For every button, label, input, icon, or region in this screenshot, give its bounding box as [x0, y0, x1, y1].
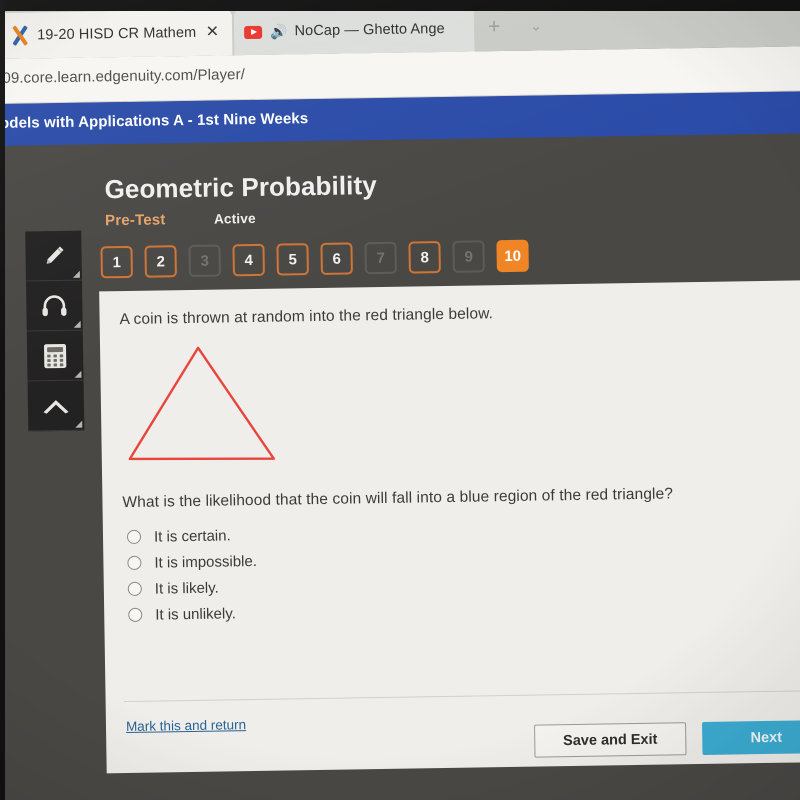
new-tab-button[interactable]: +: [488, 15, 501, 39]
lesson-player: Geometric Probability Pre-Test Active 1 …: [0, 133, 800, 800]
radio-button[interactable]: [128, 607, 143, 622]
question-stem: A coin is thrown at random into the red …: [119, 305, 494, 329]
text-to-speech-tool[interactable]: [25, 280, 83, 332]
highlighter-tool[interactable]: [25, 230, 82, 282]
question-nav-button-4[interactable]: 4: [232, 243, 265, 277]
highlighter-pen-icon: [46, 246, 64, 264]
answer-option-4[interactable]: It is unlikely.: [128, 600, 258, 628]
browser-tab-edgenuity[interactable]: 19-20 HISD CR Mathem ✕: [0, 9, 233, 59]
answer-option-label: It is certain.: [153, 526, 231, 546]
tab-title: NoCap — Ghetto Ange: [294, 20, 445, 40]
assignment-status-row: Pre-Test Active: [105, 210, 256, 230]
answer-option-label: It is likely.: [154, 579, 219, 598]
triangle-outline: [128, 346, 276, 461]
scroll-up-tool[interactable]: [27, 380, 85, 432]
answer-option-label: It is unlikely.: [155, 604, 236, 624]
question-nav-button-3: 3: [188, 244, 221, 277]
question-navigation: 1 2 3 4 5 6 7 8 9 10: [100, 239, 529, 279]
radio-button[interactable]: [127, 581, 142, 596]
question-nav-button-8[interactable]: 8: [408, 241, 441, 274]
photograph-of-screen: 19-20 HISD CR Mathem ✕ 🔊 NoCap — Ghetto …: [0, 0, 800, 800]
question-nav-button-1[interactable]: 1: [100, 245, 133, 279]
monitor-bezel-left: [0, 0, 5, 800]
close-icon[interactable]: ✕: [203, 23, 223, 40]
question-nav-button-7: 7: [364, 241, 397, 275]
answer-option-3[interactable]: It is likely.: [127, 574, 258, 602]
tab-title: 19-20 HISD CR Mathem: [37, 24, 197, 44]
question-nav-button-5[interactable]: 5: [276, 243, 309, 276]
question-prompt: What is the likelihood that the coin wil…: [122, 485, 674, 512]
edgenuity-x-icon: [10, 25, 30, 46]
calculator-icon: [44, 343, 67, 368]
question-nav-button-2[interactable]: 2: [144, 245, 177, 278]
status-badge: Active: [213, 210, 256, 227]
question-nav-button-6[interactable]: 6: [320, 242, 353, 275]
radio-button[interactable]: [127, 555, 142, 570]
question-nav-button-10[interactable]: 10: [496, 239, 529, 273]
red-triangle-figure: [128, 346, 276, 461]
page-title: Geometric Probability: [104, 170, 378, 205]
browser-tab-youtube[interactable]: 🔊 NoCap — Ghetto Ange: [233, 5, 475, 56]
up-arrow-icon: [43, 399, 69, 414]
speaker-playing-icon[interactable]: 🔊: [270, 23, 288, 40]
chevron-down-icon[interactable]: ⌄: [530, 17, 542, 34]
next-button[interactable]: Next: [701, 719, 800, 755]
question-panel: A coin is thrown at random into the red …: [99, 280, 800, 774]
headphones-icon: [42, 294, 67, 316]
question-nav-button-9: 9: [452, 240, 485, 273]
answer-options: It is certain. It is impossible. It is l…: [126, 522, 258, 628]
url-text: //r09.core.learn.edgenuity.com/Player/: [0, 66, 246, 88]
calculator-tool[interactable]: [26, 330, 84, 382]
course-title: Models with Applications A - 1st Nine We…: [0, 110, 309, 133]
tool-rail: [25, 230, 85, 432]
radio-button[interactable]: [126, 529, 142, 544]
assignment-type-label: Pre-Test: [104, 211, 166, 230]
mark-this-and-return-link[interactable]: Mark this and return: [126, 717, 246, 734]
save-and-exit-button[interactable]: Save and Exit: [534, 722, 687, 758]
youtube-icon: [244, 25, 263, 39]
answer-option-label: It is impossible.: [154, 552, 258, 572]
monitor-bezel-top: [0, 0, 800, 11]
answer-option-2[interactable]: It is impossible.: [127, 548, 257, 576]
answer-option-1[interactable]: It is certain.: [126, 522, 257, 550]
browser-window: 19-20 HISD CR Mathem ✕ 🔊 NoCap — Ghetto …: [0, 0, 800, 800]
footer-divider: [123, 690, 800, 703]
